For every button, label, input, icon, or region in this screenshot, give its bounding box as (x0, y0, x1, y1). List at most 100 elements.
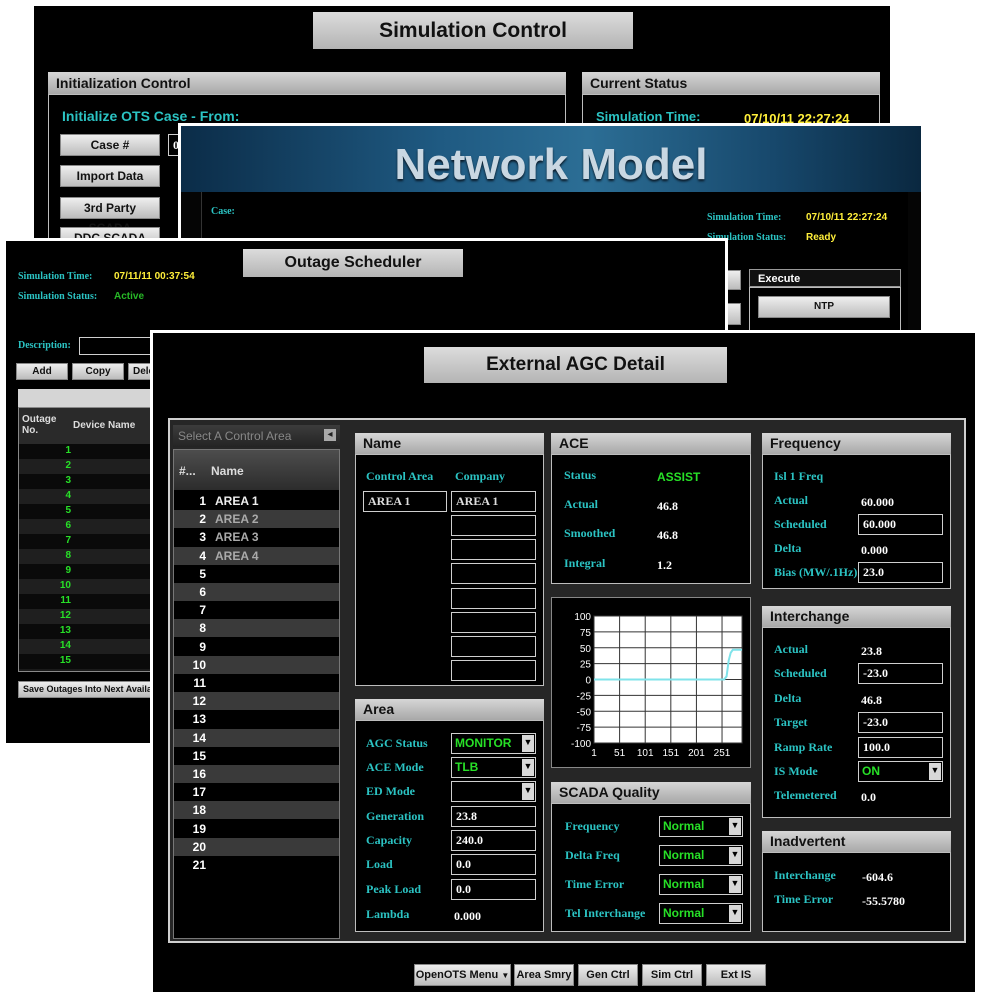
ed-mode-select[interactable]: ▼ (451, 781, 536, 802)
case-number-button[interactable]: Case # (60, 134, 160, 156)
outage-row[interactable]: 2 (19, 459, 157, 474)
ic-delta-value: 46.8 (861, 693, 882, 707)
col-outage-no: Outage No. (22, 414, 57, 436)
scada-time-error-value: Normal (663, 877, 705, 891)
area-row[interactable]: 13 (174, 710, 339, 729)
gen-ctrl-button[interactable]: Gen Ctrl (578, 964, 638, 986)
outage-row[interactable]: 5 (19, 504, 157, 519)
freq-scheduled-field[interactable]: 60.000 (858, 514, 943, 535)
scada-delta-freq-select[interactable]: Normal ▼ (659, 845, 743, 866)
area-row[interactable]: 5 (174, 564, 339, 583)
area-row[interactable]: 17 (174, 783, 339, 802)
outage-row[interactable]: 11 (19, 594, 157, 609)
company-field-empty[interactable] (451, 515, 536, 536)
add-button[interactable]: Add (16, 363, 68, 380)
telemetered-label: Telemetered (774, 788, 837, 802)
company-field[interactable]: AREA 1 (451, 491, 536, 512)
area-smry-button[interactable]: Area Smry (514, 964, 574, 986)
outage-row[interactable]: 7 (19, 534, 157, 549)
generation-field[interactable]: 23.8 (451, 806, 536, 827)
area-row[interactable]: 16 (174, 765, 339, 783)
y-tick-label: -50 (577, 707, 592, 718)
import-data-button[interactable]: Import Data (60, 165, 160, 187)
area-row[interactable]: 12 (174, 692, 339, 711)
third-party-scada-button[interactable]: 3rd Party SCADA (60, 197, 160, 235)
outage-row[interactable]: 4 (19, 489, 157, 504)
area-row[interactable]: 7 (174, 601, 339, 620)
area-row[interactable]: 14 (174, 728, 339, 747)
ace-smoothed-label: Smoothed (564, 526, 616, 540)
capacity-field[interactable]: 240.0 (451, 830, 536, 851)
area-row[interactable]: 11 (174, 674, 339, 692)
area-row[interactable]: 10 (174, 655, 339, 674)
area-row[interactable]: 18 (174, 801, 339, 820)
copy-button[interactable]: Copy (72, 363, 124, 380)
outage-row[interactable]: 12 (19, 609, 157, 624)
clear-icon[interactable]: ◂ (324, 429, 336, 441)
outage-row[interactable]: 14 (19, 639, 157, 654)
outage-row[interactable]: 15 (19, 654, 157, 669)
inad-interchange-label: Interchange (774, 868, 836, 882)
area-row[interactable]: 4 AREA 4 (174, 546, 339, 565)
area-select[interactable]: Select A Control Area (173, 425, 340, 447)
load-field[interactable]: 0.0 (451, 854, 536, 875)
ext-is-button[interactable]: Ext IS (706, 964, 766, 986)
control-area-field[interactable]: AREA 1 (363, 491, 447, 512)
area-row[interactable]: 15 (174, 746, 339, 765)
ramp-rate-label: Ramp Rate (774, 740, 833, 754)
bias-label: Bias (MW/.1Hz) (774, 565, 858, 579)
ic-scheduled-field[interactable]: -23.0 (858, 663, 943, 684)
outage-row[interactable]: 6 (19, 519, 157, 534)
x-tick-label: 201 (688, 748, 705, 759)
sim-time-label: Simulation Time: (596, 109, 701, 124)
bias-field[interactable]: 23.0 (858, 562, 943, 583)
save-outages-button[interactable]: Save Outages Into Next Available (18, 681, 158, 698)
chevron-down-icon: ▼ (929, 763, 941, 780)
company-field-empty[interactable] (451, 587, 536, 609)
area-row[interactable]: 8 (174, 619, 339, 638)
ic-actual-label: Actual (774, 642, 808, 656)
scada-time-error-select[interactable]: Normal ▼ (659, 874, 743, 895)
sim-ctrl-button[interactable]: Sim Ctrl (642, 964, 702, 986)
ed-mode-label: ED Mode (366, 784, 415, 798)
area-row[interactable]: 1 AREA 1 (174, 492, 339, 510)
outage-row[interactable]: 1 (19, 444, 157, 459)
peak-load-field[interactable]: 0.0 (451, 879, 536, 900)
area-row[interactable]: 3 AREA 3 (174, 528, 339, 547)
company-field-empty[interactable] (451, 636, 536, 657)
ic-target-field[interactable]: -23.0 (858, 712, 943, 733)
name-panel-header: Name (355, 433, 544, 454)
area-row-number: 13 (192, 712, 206, 727)
company-field-empty[interactable] (451, 563, 536, 585)
outage-row[interactable]: 13 (19, 624, 157, 639)
scada-frequency-select[interactable]: Normal ▼ (659, 816, 743, 837)
area-row[interactable]: 6 (174, 583, 339, 601)
outage-row[interactable]: 10 (19, 579, 157, 594)
company-field-empty[interactable] (451, 539, 536, 561)
ace-chart-panel: 100 75 50 25 0 -25 -50 -75 -100 1 51 101 151 201 251 (551, 597, 751, 768)
area-row-number: 9 (199, 639, 206, 654)
area-row[interactable]: 21 (174, 856, 339, 874)
area-row[interactable]: 2 AREA 2 (174, 510, 339, 529)
outage-row[interactable]: 9 (19, 564, 157, 579)
outage-row[interactable]: 8 (19, 549, 157, 564)
chevron-down-icon: ▼ (501, 971, 510, 980)
company-field-empty[interactable] (451, 660, 536, 682)
inad-time-error-value: -55.5780 (862, 894, 905, 908)
area-row[interactable]: 19 (174, 819, 339, 838)
ace-mode-select[interactable]: TLB ▼ (451, 757, 536, 778)
area-row[interactable]: 20 (174, 837, 339, 856)
ic-scheduled-label: Scheduled (774, 666, 827, 680)
scada-tel-interchange-select[interactable]: Normal ▼ (659, 903, 743, 924)
ntp-button[interactable]: NTP (758, 296, 890, 318)
company-field-empty[interactable] (451, 611, 536, 633)
area-row[interactable]: 9 (174, 637, 339, 656)
outage-row[interactable]: 3 (19, 474, 157, 489)
inad-interchange-value: -604.6 (862, 870, 893, 884)
openots-menu-button[interactable]: OpenOTS Menu ▼ (414, 964, 511, 986)
ramp-rate-field[interactable]: 100.0 (858, 737, 943, 758)
col-name: Name (211, 464, 244, 478)
description-input[interactable] (79, 337, 159, 355)
is-mode-select[interactable]: ON ▼ (858, 761, 943, 782)
agc-status-select[interactable]: MONITOR ▼ (451, 733, 536, 754)
